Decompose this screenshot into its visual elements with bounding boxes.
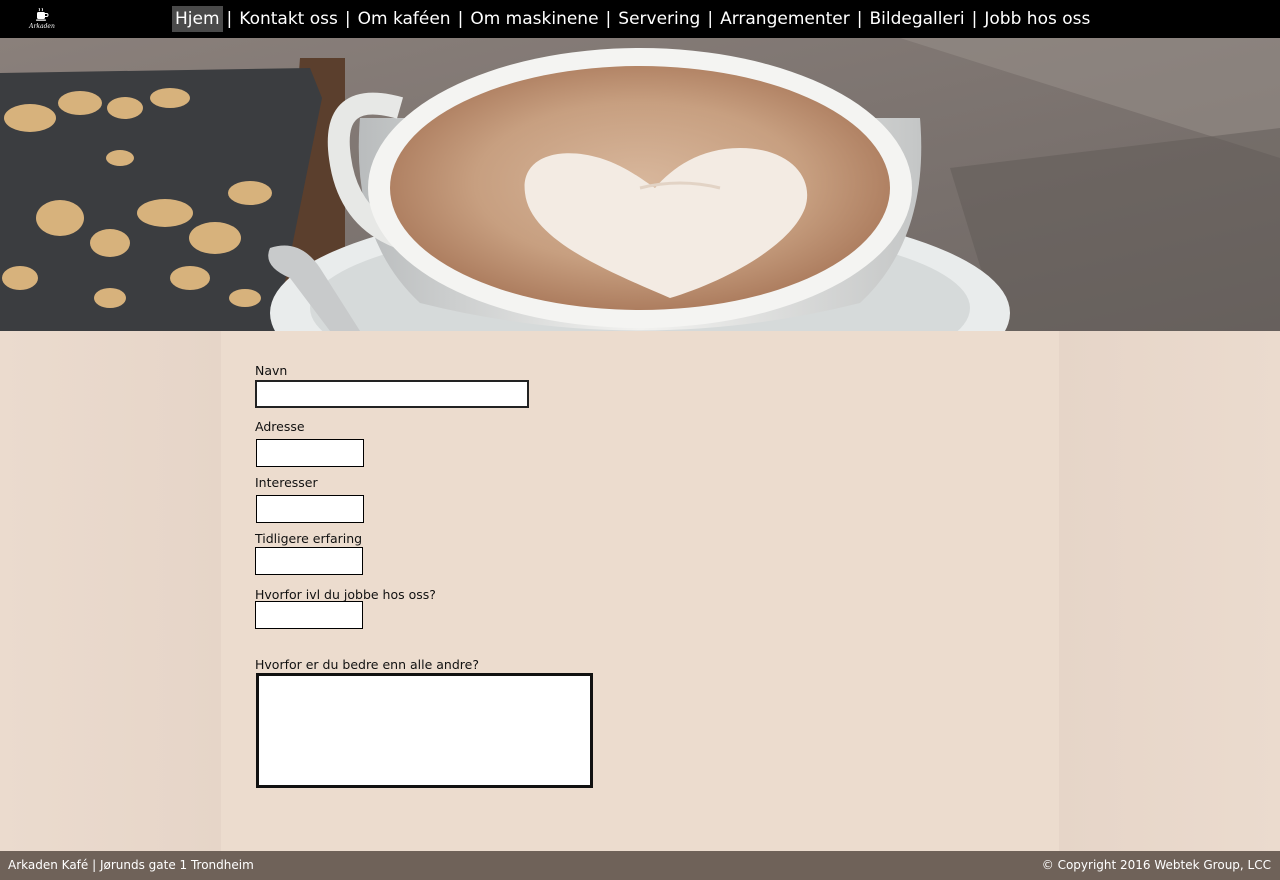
- interesser-input[interactable]: [256, 495, 364, 523]
- adresse-label: Adresse: [255, 419, 305, 434]
- nav-item-servering[interactable]: Servering: [615, 6, 703, 32]
- navn-input[interactable]: [255, 380, 529, 408]
- nav-item-bildegalleri[interactable]: Bildegalleri: [866, 6, 967, 32]
- nav-separator: |: [707, 9, 714, 29]
- left-side-panel: [0, 331, 221, 851]
- hvorfor-bedre-textarea[interactable]: [256, 673, 593, 788]
- nav-separator: |: [457, 9, 464, 29]
- footer-copyright: © Copyright 2016 Webtek Group, LCC: [1041, 858, 1271, 872]
- tidligere-erfaring-label: Tidligere erfaring: [255, 531, 363, 546]
- top-navigation-bar: Arkaden Hjem | Kontakt oss | Om kaféen |…: [0, 0, 1280, 38]
- nav-item-kontakt-oss[interactable]: Kontakt oss: [236, 6, 341, 32]
- navn-label: Navn: [255, 363, 288, 378]
- footer-address: Arkaden Kafé | Jørunds gate 1 Trondheim: [8, 858, 254, 872]
- hvorfor-bedre-label: Hvorfor er du bedre enn alle andre?: [255, 657, 479, 672]
- nav-item-jobb-hos-oss[interactable]: Jobb hos oss: [981, 6, 1093, 32]
- logo-text: Arkaden: [29, 23, 55, 30]
- hero-image-latte: [0, 38, 1280, 331]
- page-footer: Arkaden Kafé | Jørunds gate 1 Trondheim …: [0, 851, 1280, 880]
- nav-item-om-kafeen[interactable]: Om kaféen: [355, 6, 454, 32]
- nav-item-hjem[interactable]: Hjem: [172, 6, 223, 32]
- hvorfor-jobbe-input[interactable]: [255, 601, 363, 629]
- nav-item-arrangementer[interactable]: Arrangementer: [717, 6, 853, 32]
- site-logo[interactable]: Arkaden: [26, 4, 58, 34]
- coffee-cup-icon: [36, 8, 49, 21]
- right-side-panel: [1059, 331, 1280, 851]
- nav-separator: |: [971, 9, 978, 29]
- job-application-form: Navn Adresse Interesser Tidligere erfari…: [221, 331, 1059, 851]
- main-nav: Hjem | Kontakt oss | Om kaféen | Om mask…: [172, 6, 1093, 32]
- interesser-label: Interesser: [255, 475, 318, 490]
- tidligere-erfaring-input[interactable]: [255, 547, 363, 575]
- nav-separator: |: [856, 9, 863, 29]
- adresse-input[interactable]: [256, 439, 364, 467]
- nav-separator: |: [344, 9, 351, 29]
- nav-separator: |: [605, 9, 612, 29]
- nav-item-om-maskinene[interactable]: Om maskinene: [467, 6, 601, 32]
- hvorfor-jobbe-label: Hvorfor ivl du jobbe hos oss?: [255, 587, 436, 602]
- nav-separator: |: [226, 9, 233, 29]
